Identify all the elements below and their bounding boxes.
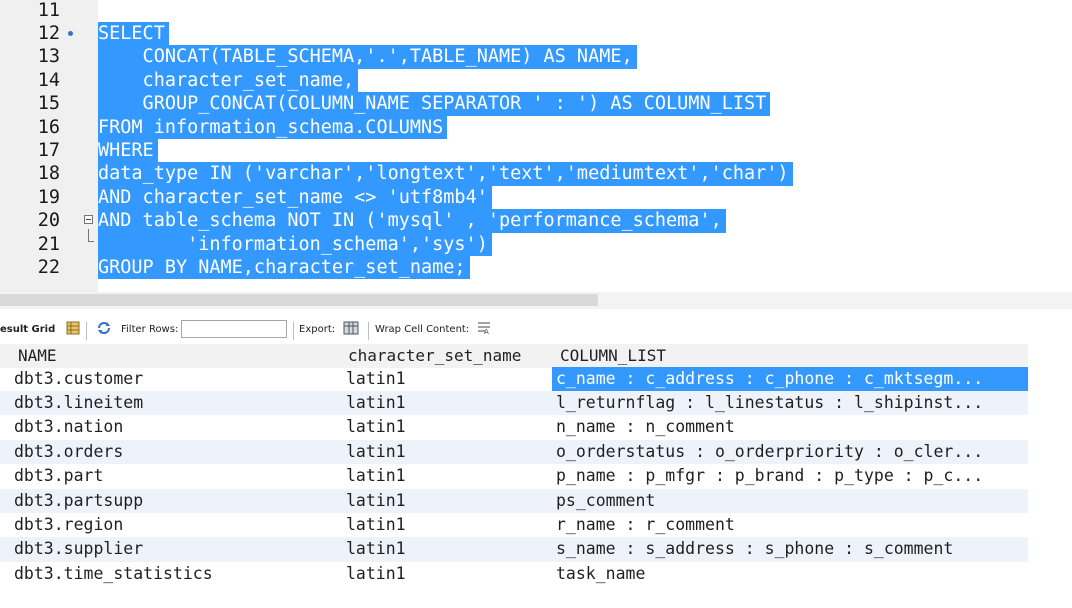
table-row[interactable]: dbt3.part latin1 p_name : p_mfgr : p_brand…: [0, 464, 1028, 488]
horizontal-scrollbar[interactable]: [0, 292, 1072, 309]
cell-name[interactable]: dbt3.time_statistics: [14, 562, 344, 586]
column-header-character-set-name[interactable]: character_set_name: [348, 344, 522, 368]
result-toolbar: esult Grid Filter Rows: Export: Wrap Cel…: [0, 318, 1072, 344]
cell-character-set-name[interactable]: latin1: [346, 415, 551, 439]
line-number: 18: [37, 163, 60, 185]
code-text[interactable]: character_set_name,: [98, 68, 359, 93]
svg-text:A: A: [484, 328, 489, 335]
code-line[interactable]: 16 FROM information_schema.COLUMNS: [0, 115, 1072, 139]
line-number: 12: [37, 22, 60, 44]
current-statement-icon[interactable]: [66, 22, 76, 45]
toolbar-divider: [293, 322, 294, 340]
table-row[interactable]: dbt3.time_statistics latin1 task_name: [0, 562, 1028, 586]
cell-character-set-name[interactable]: latin1: [346, 537, 551, 561]
cell-character-set-name[interactable]: latin1: [346, 440, 551, 464]
wrap-icon[interactable]: A: [477, 321, 491, 338]
line-number: 14: [37, 69, 60, 91]
cell-name[interactable]: dbt3.customer: [14, 367, 344, 391]
cell-character-set-name[interactable]: latin1: [346, 391, 551, 415]
table-row[interactable]: dbt3.orders latin1 o_orderstatus : o_order…: [0, 439, 1028, 465]
fold-toggle-icon[interactable]: [0, 209, 98, 232]
cell-column-list[interactable]: l_returnflag : l_linestatus : l_shipinst…: [556, 391, 1026, 415]
cell-name[interactable]: dbt3.supplier: [14, 537, 344, 561]
sql-editor[interactable]: 11 12 SELECT 13 CONCAT(TABLE_SCHEMA,'.',TAB…: [0, 0, 1072, 292]
code-line[interactable]: 22 GROUP BY NAME,character_set_name;: [0, 255, 1072, 280]
cell-column-list[interactable]: c_name : c_address : c_phone : c_mktsegm…: [552, 366, 1028, 391]
cell-column-list[interactable]: task_name: [556, 562, 1026, 586]
cell-column-list[interactable]: p_name : p_mfgr : p_brand : p_type : p_c…: [556, 464, 1026, 488]
code-text[interactable]: FROM information_schema.COLUMNS: [98, 115, 448, 139]
toolbar-divider: [86, 322, 87, 340]
table-row[interactable]: dbt3.nation latin1 n_name : n_comment: [0, 415, 1028, 439]
export-label: Export:: [299, 324, 336, 335]
code-text[interactable]: CONCAT(TABLE_SCHEMA,'.',TABLE_NAME) AS N…: [98, 45, 637, 69]
cell-column-list[interactable]: s_name : s_address : s_phone : s_comment: [556, 537, 1026, 561]
cell-column-list[interactable]: r_name : r_comment: [556, 513, 1026, 537]
cell-character-set-name[interactable]: latin1: [346, 367, 551, 391]
cell-character-set-name[interactable]: latin1: [346, 513, 551, 537]
scrollbar-thumb[interactable]: [0, 294, 598, 306]
code-text[interactable]: SELECT: [98, 21, 169, 46]
line-number: 17: [37, 139, 60, 161]
code-line[interactable]: 11: [0, 0, 1072, 22]
line-number: 22: [37, 256, 60, 278]
line-number: 16: [37, 116, 60, 138]
code-line[interactable]: 15 GROUP_CONCAT(COLUMN_NAME SEPARATOR ' …: [0, 92, 1072, 116]
code-text[interactable]: AND character_set_name <> 'utf8mb4': [98, 185, 492, 210]
export-icon[interactable]: [343, 320, 361, 339]
table-row[interactable]: dbt3.customer latin1 c_name : c_address : …: [0, 366, 1028, 391]
code-line[interactable]: 13 CONCAT(TABLE_SCHEMA,'.',TABLE_NAME) A…: [0, 45, 1072, 69]
result-grid-tab[interactable]: esult Grid: [0, 324, 55, 335]
code-line[interactable]: 19 AND character_set_name <> 'utf8mb4': [0, 185, 1072, 210]
line-number: 11: [37, 0, 60, 21]
cell-name[interactable]: dbt3.orders: [14, 440, 344, 464]
code-text[interactable]: AND table_schema NOT IN ('mysql' , 'perf…: [98, 209, 726, 233]
toolbar-divider: [368, 322, 369, 340]
cell-column-list[interactable]: n_name : n_comment: [556, 415, 1026, 439]
cell-name[interactable]: dbt3.region: [14, 513, 344, 537]
cell-name[interactable]: dbt3.nation: [14, 415, 344, 439]
cell-column-list[interactable]: o_orderstatus : o_orderpriority : o_cler…: [556, 440, 1026, 464]
table-row[interactable]: dbt3.supplier latin1 s_name : s_address : …: [0, 537, 1028, 562]
column-header-column-list[interactable]: COLUMN_LIST: [560, 344, 666, 368]
code-line[interactable]: 12 SELECT: [0, 21, 1072, 46]
result-grid[interactable]: NAME character_set_name COLUMN_LIST dbt3…: [0, 344, 1072, 608]
line-number: 15: [37, 93, 60, 115]
filter-rows-input[interactable]: [181, 320, 287, 338]
cell-character-set-name[interactable]: latin1: [346, 562, 551, 586]
cell-name[interactable]: dbt3.partsupp: [14, 489, 344, 513]
filter-rows-label: Filter Rows:: [121, 324, 179, 335]
code-text[interactable]: 'information_schema','sys'): [98, 232, 492, 256]
cell-character-set-name[interactable]: latin1: [346, 464, 551, 488]
code-line[interactable]: 21 'information_schema','sys'): [0, 228, 1072, 256]
cell-character-set-name[interactable]: latin1: [346, 489, 551, 513]
code-text[interactable]: GROUP BY NAME,character_set_name;: [98, 255, 470, 280]
grid-icon[interactable]: [66, 321, 80, 338]
table-row[interactable]: dbt3.region latin1 r_name : r_comment: [0, 513, 1028, 537]
code-text[interactable]: data_type IN ('varchar','longtext','text…: [98, 162, 793, 186]
code-line[interactable]: 20 AND table_schema NOT IN ('mysql' , 'pe…: [0, 209, 1072, 233]
fold-end-icon[interactable]: [0, 228, 98, 256]
cell-name[interactable]: dbt3.part: [14, 464, 344, 488]
table-row[interactable]: dbt3.partsupp latin1 ps_comment: [0, 488, 1028, 513]
refresh-icon[interactable]: [96, 320, 112, 339]
code-text[interactable]: GROUP_CONCAT(COLUMN_NAME SEPARATOR ' : '…: [98, 92, 771, 116]
wrap-cell-content-label: Wrap Cell Content:: [375, 324, 470, 335]
line-number: 13: [37, 46, 60, 68]
cell-name[interactable]: dbt3.lineitem: [14, 391, 344, 415]
cell-column-list[interactable]: ps_comment: [556, 489, 1026, 513]
table-row[interactable]: dbt3.lineitem latin1 l_returnflag : l_line…: [0, 390, 1028, 416]
code-line[interactable]: 17 WHERE: [0, 138, 1072, 163]
column-header-name[interactable]: NAME: [18, 344, 57, 368]
line-number: 19: [37, 186, 60, 208]
code-text[interactable]: WHERE: [98, 138, 158, 163]
code-line[interactable]: 14 character_set_name,: [0, 68, 1072, 93]
code-line[interactable]: 18 data_type IN ('varchar','longtext','te…: [0, 162, 1072, 186]
